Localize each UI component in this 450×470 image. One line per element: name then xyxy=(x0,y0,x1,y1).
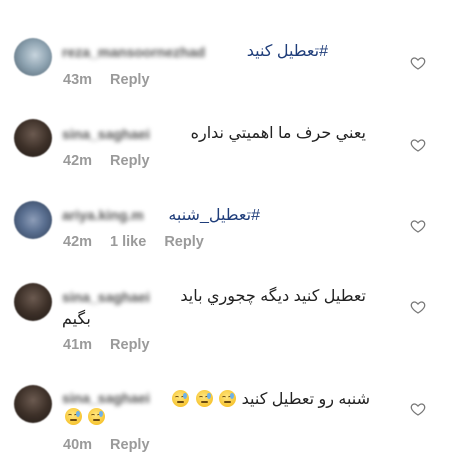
sad-sweat-emoji-icon xyxy=(195,390,213,407)
timestamp: 42m xyxy=(63,153,93,169)
comment-text-line-1: تعطيل كنيد ديگه چجوري بايد xyxy=(180,288,366,305)
heart-icon[interactable] xyxy=(410,137,426,153)
username[interactable]: ariya.king.m xyxy=(62,207,144,223)
heart-icon[interactable] xyxy=(410,55,426,71)
username[interactable]: reza_mansoornezhad xyxy=(62,44,205,60)
sad-sweat-emoji-icon xyxy=(172,390,190,407)
sad-sweat-emoji-icon xyxy=(219,390,237,407)
comment-text: #تعطیل کنید xyxy=(247,41,328,61)
sad-sweat-emoji-icon xyxy=(88,408,106,425)
heart-icon[interactable] xyxy=(410,299,426,315)
hashtag-link[interactable]: #تعطیل_شنبه xyxy=(168,207,260,224)
comment-text: شنبه رو تعطيل كنيد xyxy=(241,391,370,408)
comment-meta: 42m Reply xyxy=(63,153,168,169)
comment-text-line-2: بگيم xyxy=(62,311,91,328)
comment-text-line-2 xyxy=(64,408,106,427)
comment-meta: 43m Reply xyxy=(63,72,168,88)
reply-button[interactable]: Reply xyxy=(110,337,150,353)
username[interactable]: sina_saghaei xyxy=(62,126,150,142)
timestamp: 42m xyxy=(63,234,93,250)
comment-text-line-1: شنبه رو تعطيل كنيد xyxy=(171,389,370,409)
likes-count[interactable]: 1 like xyxy=(110,234,146,250)
heart-icon[interactable] xyxy=(410,218,426,234)
heart-icon[interactable] xyxy=(410,401,426,417)
reply-button[interactable]: Reply xyxy=(110,72,150,88)
reply-button[interactable]: Reply xyxy=(164,234,204,250)
username[interactable]: sina_saghaei xyxy=(62,289,150,305)
reply-button[interactable]: Reply xyxy=(110,153,150,169)
reply-button[interactable]: Reply xyxy=(110,437,150,453)
avatar[interactable] xyxy=(14,201,52,239)
timestamp: 41m xyxy=(63,337,93,353)
comments-feed: reza_mansoornezhad #تعطیل کنید 43m Reply … xyxy=(0,0,450,470)
avatar[interactable] xyxy=(14,385,52,423)
avatar[interactable] xyxy=(14,38,52,76)
comment-meta: 42m 1 like Reply xyxy=(63,234,222,250)
avatar[interactable] xyxy=(14,119,52,157)
hashtag-link[interactable]: # xyxy=(319,43,328,60)
hashtag-text[interactable]: تعطیل کنید xyxy=(247,43,319,60)
comment-meta: 40m Reply xyxy=(63,437,168,453)
sad-sweat-emoji-icon xyxy=(65,408,82,425)
timestamp: 43m xyxy=(63,72,93,88)
comment-text: #تعطیل_شنبه xyxy=(168,205,260,225)
comment-meta: 41m Reply xyxy=(63,337,168,353)
avatar[interactable] xyxy=(14,283,52,321)
timestamp: 40m xyxy=(63,437,93,453)
username[interactable]: sina_saghaei xyxy=(62,390,150,406)
comment-text: يعني حرف ما اهميتي نداره xyxy=(190,125,366,142)
